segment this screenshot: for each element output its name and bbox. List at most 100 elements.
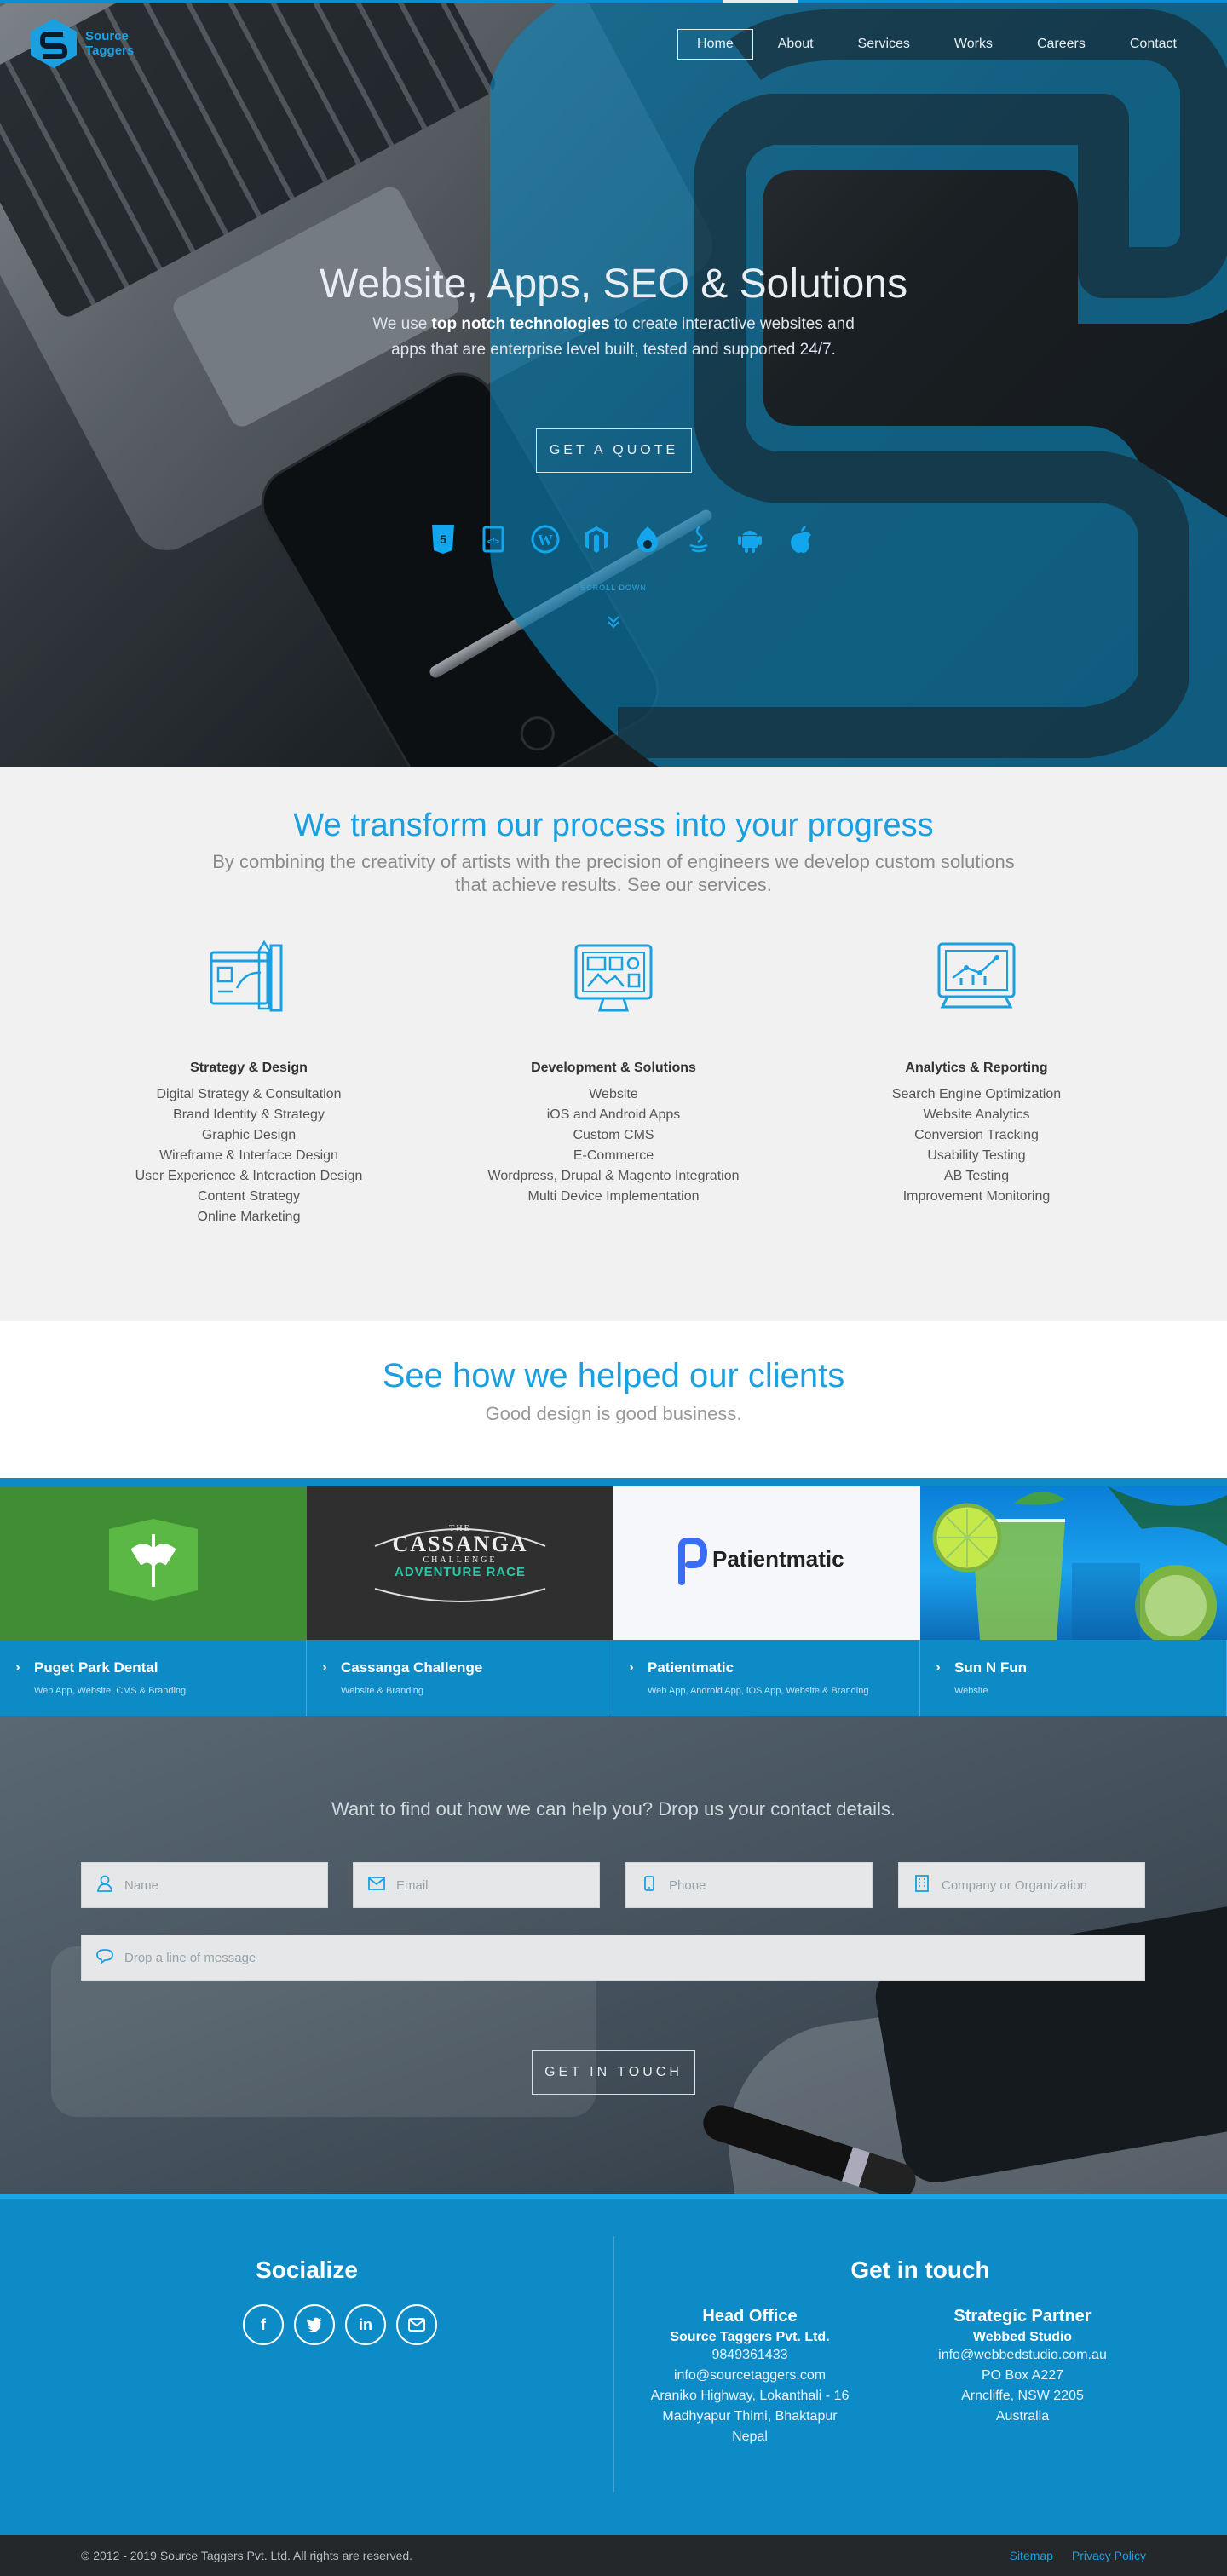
services-section: We transform our process into your progr… [0,767,1227,1321]
work-tags: Website & Branding [341,1686,424,1696]
logo-s-icon [31,19,77,68]
list-item: Usability Testing [927,1148,1026,1163]
head-office-block: Head Office Source Taggers Pvt. Ltd. 984… [609,2307,890,2447]
clients-section: See how we helped our clients Good desig… [0,1321,1227,1478]
nav-works[interactable]: Works [935,29,1012,60]
mail-icon[interactable] [396,2304,437,2345]
nav-careers[interactable]: Careers [1017,29,1105,60]
phone-field[interactable] [625,1862,873,1908]
magento-icon [571,521,622,557]
partner-title: Strategic Partner [953,2307,1092,2326]
privacy-policy-link[interactable]: Privacy Policy [1072,2549,1146,2562]
chevron-right-icon: › [629,1659,634,1675]
puget-logo [109,1519,198,1601]
company-field[interactable] [898,1862,1145,1908]
sitemap-link[interactable]: Sitemap [1010,2549,1053,2562]
nav-contact[interactable]: Contact [1110,29,1196,60]
bottom-bar: © 2012 - 2019 Source Taggers Pvt. Ltd. A… [0,2535,1227,2576]
service-title-development: Development & Solutions [531,1061,696,1075]
office-phone[interactable]: 9849361433 [609,2345,890,2366]
hero-section: Source Taggers Home About Services Works… [0,0,1227,767]
phone-input[interactable] [669,1877,855,1893]
work-image-sunnfun [920,1486,1227,1640]
socialize-heading: Socialize [256,2257,358,2283]
list-item: Custom CMS [573,1128,654,1142]
work-tags: Website [954,1686,988,1696]
footer: Socialize f in Get in touch Head Office … [0,2194,1227,2535]
logo-line-2: Taggers [85,43,135,58]
get-quote-button[interactable]: GET A QUOTE [536,428,692,473]
design-tools-icon [210,940,283,1012]
list-item: Graphic Design [201,1128,297,1142]
work-caption-sunnfun: › Sun N Fun Website [920,1640,1227,1716]
building-icon [913,1874,931,1896]
services-title: We transform our process into your progr… [293,808,934,843]
copyright-text: © 2012 - 2019 Source Taggers Pvt. Ltd. A… [81,2549,413,2562]
office-address-line: Nepal [732,2429,768,2444]
service-list-analytics: Search Engine Optimization Website Analy… [781,1084,1172,1207]
linkedin-icon[interactable]: in [345,2304,386,2345]
message-input[interactable] [124,1950,964,1965]
name-input[interactable] [124,1877,310,1893]
get-in-touch-heading: Get in touch [850,2257,990,2283]
office-address-line: Araniko Highway, Lokanthali - 16 [650,2389,850,2403]
partner-block: Strategic Partner Webbed Studio info@web… [882,2307,1163,2427]
scroll-down-label[interactable]: SCROLL DOWN [0,584,1227,592]
partner-org: Webbed Studio [972,2330,1073,2344]
office-title: Head Office [702,2307,798,2326]
list-item: iOS and Android Apps [546,1107,681,1122]
svg-text:</>: </> [487,538,500,547]
service-title-analytics: Analytics & Reporting [905,1061,1048,1075]
hero-sub-bold: top notch technologies [431,315,610,333]
twitter-icon[interactable] [294,2304,335,2345]
list-item: E-Commerce [573,1148,654,1163]
drupal-icon [622,521,673,557]
work-card-sunnfun[interactable]: › Sun N Fun Website [920,1486,1227,1716]
hero-subtitle: We use top notch technologies to create … [358,312,869,363]
clients-subtitle: Good design is good business. [485,1403,742,1424]
cassanga-logo-name: CASSANGA [392,1532,528,1556]
mojito-drink-image [932,1486,1227,1640]
site-logo[interactable]: Source Taggers [27,17,134,70]
list-item: Brand Identity & Strategy [173,1107,325,1122]
nav-about[interactable]: About [758,29,833,60]
css-icon: </> [469,521,520,557]
service-col-strategy: Strategy & Design Digital Strategy & Con… [53,937,445,1228]
chat-bubble-icon [95,1948,114,1968]
work-card-cassanga[interactable]: THE CASSANGA CHALLENGE ADVENTURE RACE › … [307,1486,614,1716]
list-item: Wordpress, Drupal & Magento Integration [487,1169,740,1183]
email-input[interactable] [396,1877,582,1893]
work-image-puget [0,1486,307,1640]
apple-icon [775,521,827,557]
chevron-right-icon: › [936,1659,941,1675]
logo-wordmark: Source Taggers [85,29,134,58]
name-field[interactable] [81,1862,328,1908]
list-item: Content Strategy [197,1189,301,1204]
main-nav: Home About Services Works Careers Contac… [672,29,1196,60]
clients-divider-bar [0,1478,1227,1486]
work-card-patientmatic[interactable]: Patientmatic › Patientmatic Web App, And… [614,1486,920,1716]
get-in-touch-button[interactable]: GET IN TOUCH [532,2050,695,2095]
message-field[interactable] [81,1935,1145,1981]
work-card-puget[interactable]: › Puget Park Dental Web App, Website, CM… [0,1486,307,1716]
company-input[interactable] [942,1877,1127,1893]
email-field[interactable] [353,1862,600,1908]
partner-email[interactable]: info@webbedstudio.com.au [882,2345,1163,2366]
service-title-strategy: Strategy & Design [190,1061,308,1075]
office-org: Source Taggers Pvt. Ltd. [670,2330,830,2344]
office-email[interactable]: info@sourcetaggers.com [609,2366,890,2386]
nav-services[interactable]: Services [838,29,930,60]
list-item: AB Testing [943,1169,1010,1183]
html5-icon: 5 [418,521,469,557]
service-col-development: Development & Solutions Website iOS and … [418,937,809,1207]
envelope-icon [367,1876,386,1895]
work-caption-cassanga: › Cassanga Challenge Website & Branding [307,1640,614,1716]
nav-home[interactable]: Home [677,29,753,60]
list-item: User Experience & Interaction Design [135,1169,363,1183]
chevron-double-down-icon[interactable] [605,613,622,630]
top-accent-line [0,0,1227,3]
work-title: Sun N Fun [954,1659,1027,1676]
hero-overlay [0,0,1227,767]
facebook-icon[interactable]: f [243,2304,284,2345]
hero-sub-before: We use [372,315,432,333]
